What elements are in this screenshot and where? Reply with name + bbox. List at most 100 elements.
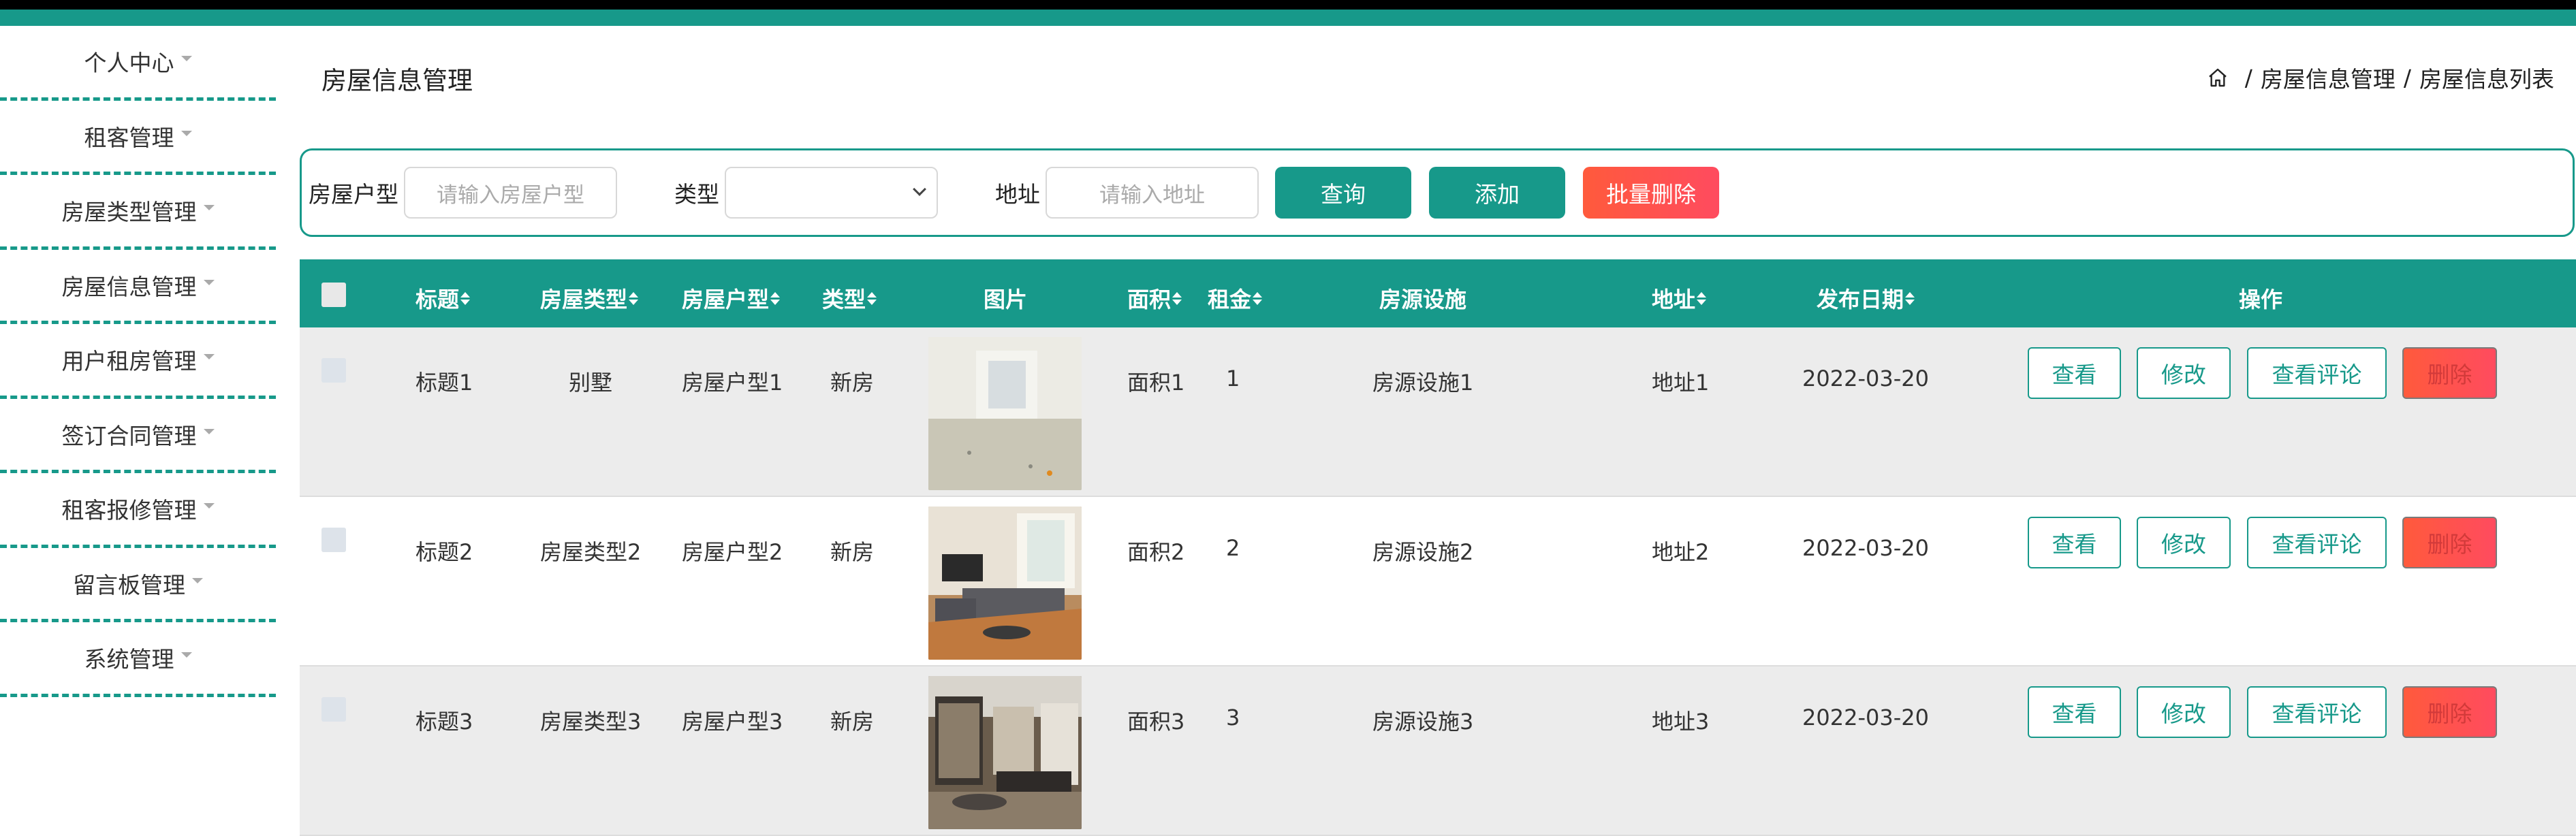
cell-area: 面积3 [1127,709,1185,735]
col-title-label: 标题 [415,287,460,312]
cell-area: 面积1 [1127,370,1185,396]
search-panel: 房屋户型 请输入房屋户型 类型 地址 请输入地址 查询 添加 批量删除 [300,148,2575,237]
cell-address: 地址2 [1652,539,1710,565]
row-checkbox[interactable] [321,528,346,552]
address-input[interactable]: 请输入地址 [1046,167,1259,219]
house-photo-bedroom[interactable] [928,676,1082,829]
col-huxing-label: 房屋户型 [682,287,770,312]
col-actions: 操作 [2239,287,2283,312]
col-house-type-label: 房屋类型 [540,287,628,312]
col-huxing[interactable]: 房屋户型 [682,283,781,314]
add-button[interactable]: 添加 [1429,167,1565,219]
table-row: 标题3 房屋类型3 房屋户型3 新房 面积3 3 房源设施3 地址3 2022-… [300,666,2576,836]
sort-icon[interactable] [867,291,877,305]
cell-date: 2022-03-20 [1802,366,1929,391]
sort-icon[interactable] [460,291,471,305]
cell-kind: 新房 [830,709,875,735]
sidebar-item-label: 系统管理 [84,646,174,673]
view-button[interactable]: 查看 [2028,517,2121,568]
col-image: 图片 [984,287,1028,312]
cell-huxing: 房屋户型2 [682,539,783,565]
sort-icon[interactable] [1172,291,1182,305]
col-rent-label: 租金 [1208,287,1252,312]
col-kind[interactable]: 类型 [822,283,877,314]
house-photo-living-room[interactable] [928,507,1082,660]
cell-rent: 2 [1226,535,1240,561]
view-comments-button[interactable]: 查看评论 [2247,347,2387,399]
sort-icon[interactable] [1905,291,1915,305]
edit-button[interactable]: 修改 [2137,347,2231,399]
cell-facilities: 房源设施3 [1372,709,1474,735]
delete-button[interactable]: 删除 [2402,517,2497,568]
breadcrumb: / 房屋信息管理 / 房屋信息列表 [2207,61,2554,94]
type-select[interactable] [725,167,938,219]
sidebar-item-contracts[interactable]: 签订合同管理 [0,399,276,473]
huxing-input[interactable]: 请输入房屋户型 [404,167,617,219]
sidebar-item-house-types[interactable]: 房屋类型管理 [0,175,276,250]
sidebar-item-message-board[interactable]: 留言板管理 [0,548,276,622]
col-address-label: 地址 [1652,287,1696,312]
select-all-checkbox[interactable] [321,283,346,307]
type-label: 类型 [674,181,719,208]
caret-down-icon [203,205,215,211]
col-area-label: 面积 [1127,287,1172,312]
cell-area: 面积2 [1127,539,1185,565]
sidebar-item-user-rentals[interactable]: 用户租房管理 [0,324,276,399]
col-title[interactable]: 标题 [415,283,471,314]
cell-house-type: 房屋类型3 [540,709,642,735]
edit-button[interactable]: 修改 [2137,686,2231,738]
sidebar-item-tenants[interactable]: 租客管理 [0,101,276,175]
view-comments-button[interactable]: 查看评论 [2247,517,2387,568]
sort-icon[interactable] [1697,291,1707,305]
view-comments-button[interactable]: 查看评论 [2247,686,2387,738]
main-content: 房屋信息管理 / 房屋信息管理 / 房屋信息列表 房屋户型 请输入房屋户型 类型… [276,26,2576,836]
view-button[interactable]: 查看 [2028,347,2121,399]
col-date-label: 发布日期 [1817,287,1904,312]
edit-button[interactable]: 修改 [2137,517,2231,568]
breadcrumb-item-house-info[interactable]: 房屋信息管理 [2261,61,2396,94]
cell-facilities: 房源设施2 [1372,539,1474,565]
cell-title: 标题2 [415,539,473,565]
col-address[interactable]: 地址 [1652,283,1707,314]
caret-down-icon [180,56,192,62]
cell-rent: 1 [1226,366,1240,391]
caret-down-icon [180,652,192,658]
breadcrumb-separator: / [2244,64,2252,91]
row-checkbox[interactable] [321,358,346,383]
cell-huxing: 房屋户型3 [682,709,783,735]
cell-kind: 新房 [830,370,875,396]
col-area[interactable]: 面积 [1127,283,1182,314]
sidebar-item-system[interactable]: 系统管理 [0,622,276,697]
house-photo-empty-room[interactable] [928,337,1082,490]
col-rent[interactable]: 租金 [1208,283,1263,314]
home-icon[interactable] [2207,67,2229,89]
sidebar-item-personal-center[interactable]: 个人中心 [0,26,276,101]
sidebar-item-house-info[interactable]: 房屋信息管理 [0,250,276,324]
batch-delete-button[interactable]: 批量删除 [1583,167,1719,219]
delete-button[interactable]: 删除 [2402,686,2497,738]
table-row: 标题1 别墅 房屋户型1 新房 面积1 1 房源设施1 地址1 2022-03-… [300,327,2576,497]
caret-down-icon [192,577,203,583]
sidebar-item-label: 房屋信息管理 [61,273,197,300]
sidebar-item-label: 用户租房管理 [61,348,197,375]
sort-icon[interactable] [770,291,781,305]
caret-down-icon [180,130,192,136]
table-row: 标题2 房屋类型2 房屋户型2 新房 面积2 2 房源设施2 地址2 2022-… [300,497,2576,666]
query-button[interactable]: 查询 [1275,167,1411,219]
col-house-type[interactable]: 房屋类型 [540,283,639,314]
sidebar-item-label: 租客报修管理 [61,497,197,524]
caret-down-icon [203,354,215,360]
cell-date: 2022-03-20 [1802,705,1929,730]
cell-house-type: 别墅 [569,370,613,396]
sort-icon[interactable] [629,291,639,305]
sort-icon[interactable] [1253,291,1263,305]
sidebar-item-repairs[interactable]: 租客报修管理 [0,473,276,548]
row-checkbox[interactable] [321,697,346,722]
breadcrumb-separator: / [2403,64,2411,91]
cell-facilities: 房源设施1 [1372,370,1474,396]
sidebar-item-label: 签订合同管理 [61,422,197,449]
col-date[interactable]: 发布日期 [1817,283,1915,314]
view-button[interactable]: 查看 [2028,686,2121,738]
delete-button[interactable]: 删除 [2402,347,2497,399]
chevron-down-icon [913,182,926,196]
